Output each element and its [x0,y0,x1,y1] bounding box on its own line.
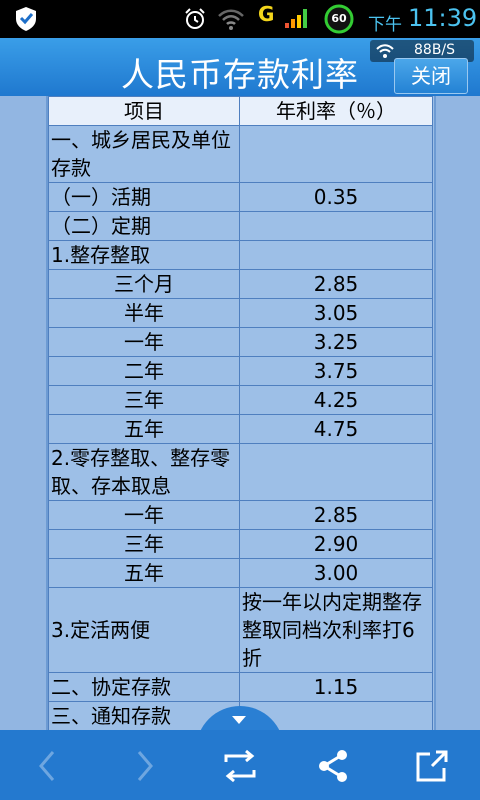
speed-text: 88B/S [414,42,456,58]
item-cell: 三年 [48,385,240,415]
rate-cell [239,443,433,501]
rate-cell: 1.15 [239,672,433,702]
table-row: 五年 3.00 [48,558,433,588]
content-area[interactable]: 项目 年利率（％） 一、城乡居民及单位存款 （一）活期 0.35 （二）定期 1… [0,96,480,730]
network-type: G [258,2,275,26]
table-row: 半年 3.05 [48,298,433,328]
rate-cell: 2.85 [239,500,433,530]
rate-cell: 2.85 [239,269,433,299]
table-row: 3.定活两便 按一年以内定期整存整取同档次利率打6折 [48,587,433,673]
bottom-toolbar [0,730,480,800]
item-cell: 半年 [48,298,240,328]
item-cell: 五年 [48,414,240,444]
table-row: 一年 3.25 [48,327,433,357]
clock: 11:39 [408,4,478,32]
refresh-icon[interactable] [222,748,258,784]
item-cell: 一年 [48,500,240,530]
item-cell: 一年 [48,327,240,357]
item-cell: 二、协定存款 [48,672,240,702]
item-cell: 一、城乡居民及单位存款 [48,125,240,183]
table-row: 二年 3.75 [48,356,433,386]
item-cell: 3.定活两便 [48,587,240,673]
item-cell: 三年 [48,529,240,559]
right-margin [434,96,480,730]
left-margin [0,96,48,730]
time-prefix: 下午 [368,15,402,35]
item-cell: （一）活期 [48,182,240,212]
column-header-item: 项目 [48,96,240,126]
status-bar: G 60 下午 11:39 [0,0,480,38]
chevron-down-icon [232,716,246,724]
table-row: 一、城乡居民及单位存款 [48,125,433,183]
rate-cell: 3.00 [239,558,433,588]
signal-icon [285,9,307,28]
title-bar: 人民币存款利率 88B/S 关闭 [0,38,480,96]
rate-cell [239,240,433,270]
forward-icon[interactable] [126,748,162,784]
shield-icon [16,7,36,31]
column-header-rate: 年利率（％） [239,96,433,126]
rate-cell: 3.75 [239,356,433,386]
item-cell: 二年 [48,356,240,386]
rate-cell: 4.75 [239,414,433,444]
wifi-icon [376,44,394,58]
battery-level: 60 [331,12,347,25]
item-cell: 2.零存整取、整存零取、存本取息 [48,443,240,501]
rate-cell [239,125,433,183]
table-row: （一）活期 0.35 [48,182,433,212]
item-cell: 1.整存整取 [48,240,240,270]
rates-table: 项目 年利率（％） 一、城乡居民及单位存款 （一）活期 0.35 （二）定期 1… [48,96,433,730]
rate-cell: 2.90 [239,529,433,559]
table-row: 三年 4.25 [48,385,433,415]
item-cell: 五年 [48,558,240,588]
item-cell: （二）定期 [48,211,240,241]
table-header-row: 项目 年利率（％） [48,96,433,126]
table-row: 2.零存整取、整存零取、存本取息 [48,443,433,501]
rate-cell: 按一年以内定期整存整取同档次利率打6折 [239,587,433,673]
table-row: 三年 2.90 [48,529,433,559]
alarm-icon [185,8,205,29]
table-row: 五年 4.75 [48,414,433,444]
rate-cell: 4.25 [239,385,433,415]
item-cell: 三个月 [48,269,240,299]
table-row: （二）定期 [48,211,433,241]
share-icon[interactable] [316,748,352,784]
wifi-icon [218,9,244,30]
back-icon[interactable] [30,748,66,784]
battery-icon: 60 [324,4,354,34]
rate-cell: 3.25 [239,327,433,357]
open-external-icon[interactable] [414,748,450,784]
rate-cell: 3.05 [239,298,433,328]
close-button[interactable]: 关闭 [394,58,468,94]
table-row: 1.整存整取 [48,240,433,270]
table-row: 一年 2.85 [48,500,433,530]
table-row: 三个月 2.85 [48,269,433,299]
rate-cell [239,211,433,241]
table-row: 二、协定存款 1.15 [48,672,433,702]
rate-cell: 0.35 [239,182,433,212]
